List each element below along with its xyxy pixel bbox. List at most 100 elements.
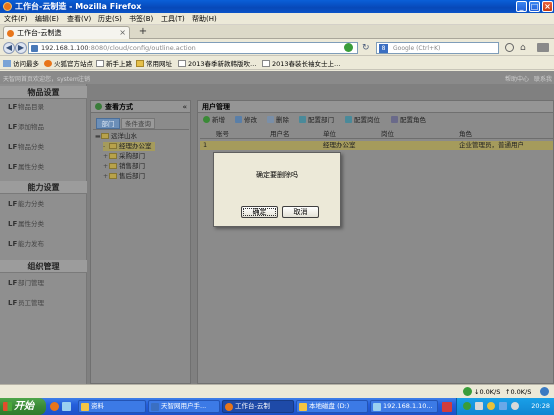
bookmark-common-sites[interactable]: 常用网址 [136, 59, 172, 69]
config-dept-button[interactable]: 配置部门 [299, 115, 334, 126]
col-username[interactable]: 用户名 [270, 129, 290, 139]
folder-icon [299, 403, 307, 411]
tray-icon-3[interactable] [487, 402, 495, 410]
section-org-management[interactable]: 组织管理 [0, 260, 87, 273]
cancel-button[interactable]: 取消 [282, 206, 319, 218]
bookmark-item-1[interactable]: 2013春季新款韩版吹… [178, 59, 257, 69]
tab-workbench[interactable]: 工作台-云制造 × [3, 26, 130, 39]
bookmark-item-2[interactable]: 2013春装长袖女士上… [262, 59, 341, 69]
table-row[interactable]: 1 经理办公室 企业管理员，普通用户 [200, 141, 553, 150]
reload-icon[interactable]: ↻ [362, 43, 372, 53]
tab-label: 工作台-云制造 [17, 29, 62, 37]
search-box[interactable]: 8 Google (Ctrl+K) [376, 42, 499, 54]
search-icon[interactable] [505, 43, 514, 52]
bookmark-label: 2013春季新款韩版吹… [188, 60, 257, 68]
firefox-icon [44, 60, 52, 67]
tree-node-root[interactable]: ▬ 远洋山水 [95, 132, 137, 141]
col-unit[interactable]: 单位 [323, 129, 336, 139]
left-menu: 物品设置 LF物品目录 LF添加物品 LF物品分类 LF属性分类 能力设置 LF… [0, 84, 87, 384]
home-link[interactable]: 天智网首页 [3, 74, 33, 83]
view-icon [95, 103, 102, 110]
tab-condition-query[interactable]: 条件查询 [121, 118, 155, 129]
department-tree: ▬ 远洋山水 - 经理办公室 + 采购部门 + 销售部门 + 售后部门 [93, 129, 189, 381]
home-icon[interactable]: ⌂ [520, 43, 530, 53]
firefox-icon [3, 2, 12, 11]
menu-item-dept[interactable]: LF部门管理 [8, 277, 44, 289]
menu-help[interactable]: 帮助(H) [192, 14, 217, 24]
quicklaunch-firefox-icon[interactable] [50, 402, 59, 411]
quicklaunch-desktop-icon[interactable] [62, 402, 71, 411]
new-tab-button[interactable]: + [136, 26, 150, 38]
volume-icon[interactable] [511, 402, 519, 410]
edit-button[interactable]: 修改 [235, 115, 257, 126]
addon-icon[interactable] [540, 387, 549, 396]
page-content: 天智网首页 欢迎您，system 注销 帮助中心 联系我 物品设置 LF物品目录… [0, 71, 554, 384]
tray-icon-2[interactable] [475, 402, 483, 410]
edit-icon [235, 116, 242, 123]
downloads-icon[interactable] [537, 43, 549, 52]
menu-item-attr[interactable]: LF属性分类 [8, 161, 44, 173]
collapse-icon[interactable]: « [182, 101, 187, 113]
menu-item-label: 属性分类 [18, 220, 44, 228]
maximize-button[interactable]: □ [529, 1, 540, 12]
col-role[interactable]: 角色 [459, 129, 472, 139]
contact-link[interactable]: 联系我 [534, 74, 552, 83]
menu-history[interactable]: 历史(S) [98, 14, 122, 24]
window-titlebar[interactable]: 工作台-云制造 - Mozilla Firefox _ □ × [0, 0, 554, 13]
tray-icon-4[interactable] [499, 402, 507, 410]
tree-node-manager-office[interactable]: - 经理办公室 [103, 142, 155, 151]
menu-item-category[interactable]: LF物品分类 [8, 141, 44, 153]
bookmark-firefox-site[interactable]: 火狐官方站点 [44, 59, 93, 69]
config-icon [299, 116, 306, 123]
menu-file[interactable]: 文件(F) [4, 14, 28, 24]
section-capability-settings[interactable]: 能力设置 [0, 181, 87, 194]
tree-node-sales[interactable]: + 销售部门 [103, 162, 145, 171]
task-remote[interactable]: 192.168.1.10... [370, 400, 438, 413]
url-bar[interactable]: 192.168.1.100:8080/cloud/config/outline.… [28, 42, 358, 54]
menu-tools[interactable]: 工具(T) [161, 14, 185, 24]
tab-department[interactable]: 部门 [96, 118, 120, 129]
add-icon [203, 116, 210, 123]
menu-item-cap-attr[interactable]: LF属性分类 [8, 218, 44, 230]
add-button[interactable]: 新增 [203, 115, 225, 126]
config-post-button[interactable]: 配置岗位 [345, 115, 380, 126]
col-post[interactable]: 岗位 [381, 129, 394, 139]
delete-button[interactable]: 删除 [267, 115, 289, 126]
menu-edit[interactable]: 编辑(E) [35, 14, 59, 24]
menu-item-cap-category[interactable]: LF能力分类 [8, 198, 44, 210]
taskbar-app-icon[interactable] [442, 402, 452, 412]
menu-view[interactable]: 查看(V) [67, 14, 91, 24]
tree-node-purchasing[interactable]: + 采购部门 [103, 152, 145, 161]
tree-node-aftersales[interactable]: + 售后部门 [103, 172, 145, 181]
folder-icon [109, 163, 117, 169]
config-role-button[interactable]: 配置角色 [391, 115, 426, 126]
task-workbench[interactable]: 工作台-云制 [222, 400, 294, 413]
back-button[interactable]: ◀ [3, 42, 15, 54]
cell-role: 企业管理员，普通用户 [459, 141, 524, 149]
section-item-settings[interactable]: 物品设置 [0, 86, 87, 99]
folder-icon [109, 143, 117, 149]
minimize-button[interactable]: _ [516, 1, 527, 12]
task-user-manual[interactable]: 天智网用户手... [148, 400, 220, 413]
menu-item-staff[interactable]: LF员工管理 [8, 297, 44, 309]
bookmark-most-visited[interactable]: 访问最多 [3, 59, 39, 69]
bookmark-getting-started[interactable]: 新手上路 [96, 59, 132, 69]
go-icon[interactable] [344, 43, 353, 52]
logout-link[interactable]: 注销 [78, 74, 90, 83]
menu-bookmarks[interactable]: 书签(B) [129, 14, 153, 24]
close-window-button[interactable]: × [542, 1, 553, 12]
tray-icon-1[interactable] [463, 402, 471, 410]
tab-close-icon[interactable]: × [119, 28, 126, 38]
col-account[interactable]: 账号 [216, 129, 229, 139]
menu-item-add[interactable]: LF添加物品 [8, 121, 44, 133]
forward-button[interactable]: ▶ [15, 42, 27, 54]
menu-item-cap-publish[interactable]: LF能力发布 [8, 238, 44, 250]
start-button[interactable]: 开始 [0, 398, 46, 415]
search-engine-icon[interactable]: 8 [379, 44, 388, 53]
confirm-button[interactable]: 确定 [241, 206, 278, 218]
menu-bullet-icon: LF [8, 279, 18, 287]
task-local-disk[interactable]: 本地磁盘 (D:) [296, 400, 368, 413]
task-documents[interactable]: 资料 [78, 400, 146, 413]
menu-item-catalog[interactable]: LF物品目录 [8, 101, 44, 113]
help-center-link[interactable]: 帮助中心 [505, 74, 529, 83]
